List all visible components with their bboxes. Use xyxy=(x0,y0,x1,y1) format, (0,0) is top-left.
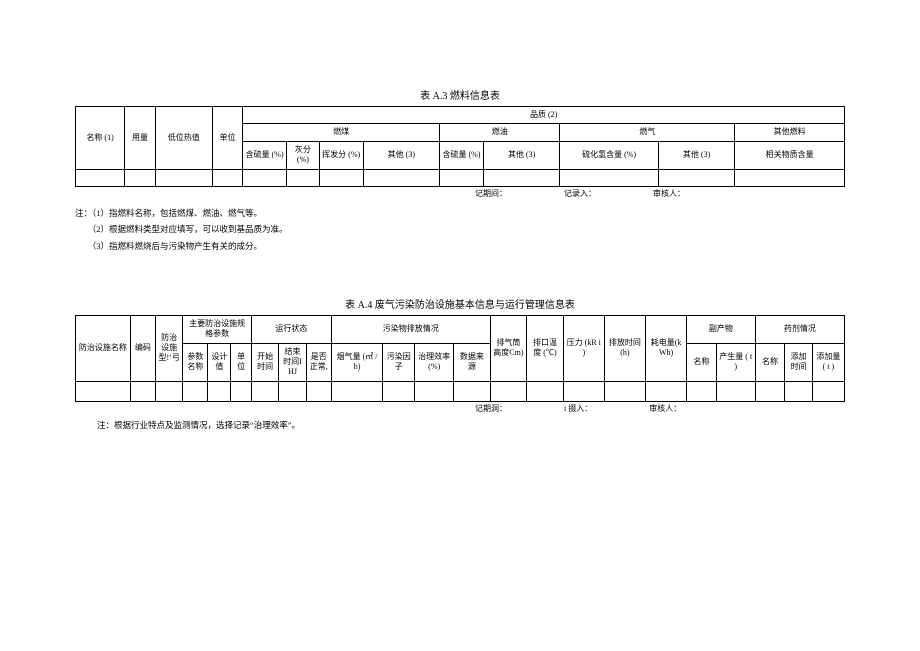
hdr-poll-factor: 污染因子 xyxy=(383,343,415,381)
hdr-lowheat: 低位热值 xyxy=(155,107,212,170)
hdr-smoke-vol: 烟气量 (㎡ / h) xyxy=(331,343,382,381)
hdr-usage: 用量 xyxy=(125,107,156,170)
hdr-gas: 燃气 xyxy=(560,124,735,141)
hdr-bp-amount: 产生量 ( t ) xyxy=(716,343,755,381)
table-a4-footer: 记期洞： i 掇入： 审核人： xyxy=(75,404,845,414)
hdr-emit-time: 排放时间(h) xyxy=(604,315,645,381)
table-a4: 防治设施名称 编码 防治设施型!‘弓 主要防治设施规格参数 运行状态 污染物排放… xyxy=(75,315,845,402)
hdr-oil: 燃油 xyxy=(440,124,560,141)
hdr-end-time: 结束时间IHJ xyxy=(279,343,306,381)
hdr-add-amount: 添加量 ( t ) xyxy=(812,343,844,381)
hdr-byproduct: 副产物 xyxy=(687,315,756,343)
footer-recorder: 记录入： xyxy=(564,189,596,199)
note-3: （3）指燃料燃烧后与污染物产生有关的成分。 xyxy=(92,241,262,251)
footer-period: 记期间： xyxy=(475,189,507,199)
footer-reviewer2: 审核人： xyxy=(649,404,681,414)
hdr-pollutant-emission: 污染物排放情况 xyxy=(331,315,490,343)
table-a3-title: 表 A.3 燃料信息表 xyxy=(75,90,845,103)
hdr-main-params: 主要防治设施规格参数 xyxy=(183,315,252,343)
table-a3-footer: 记期间： 记录入： 审核人： xyxy=(75,189,845,199)
hdr-design-val: 设计值 xyxy=(208,343,231,381)
hdr-bp-name: 名称 xyxy=(687,343,717,381)
hdr-is-normal: 是否正常, xyxy=(306,343,331,381)
table-a3: 名称 (1) 用量 低位热值 单位 品质 (2) 燃煤 燃油 燃气 其他燃料 含… xyxy=(75,106,845,187)
note-2: （2）根据燃料类型对应填写，可以收到基品质为准。 xyxy=(92,224,288,234)
hdr-add-time: 添加时间 xyxy=(785,343,812,381)
hdr-power: 耗电量(kWh) xyxy=(645,315,686,381)
note-1: （1）指燃料名称，包括燃煤、燃油、燃气等。 xyxy=(92,208,262,218)
hdr-gasother: 其他 (3) xyxy=(658,141,735,169)
hdr-coal: 燃煤 xyxy=(243,124,440,141)
hdr-start-time: 开始时间 xyxy=(251,343,278,381)
hdr-data-source: 数据来源 xyxy=(454,343,491,381)
hdr-facility-name: 防治设施名称 xyxy=(76,315,131,381)
hdr-code: 编码 xyxy=(130,315,155,381)
hdr-volatile: 挥发分 (%) xyxy=(319,141,363,169)
hdr-unit2: 单位 xyxy=(231,343,252,381)
hdr-facility-type: 防治设施型!‘弓 xyxy=(155,315,182,381)
hdr-otherfuel: 其他燃料 xyxy=(735,124,845,141)
hdr-treat-eff: 治理效率(%) xyxy=(415,343,454,381)
hdr-reagent: 药剂情况 xyxy=(755,315,844,343)
hdr-other3a: 其他 (3) xyxy=(363,141,440,169)
hdr-param-name: 参数名称 xyxy=(183,343,208,381)
table-a3-notes: 注：（1）指燃料名称，包括燃煤、燃油、燃气等。 注：（2）根据燃料类型对应填写，… xyxy=(75,205,845,253)
hdr-quality: 品质 (2) xyxy=(243,107,845,124)
hdr-h2s: 硫化氢含量 (%) xyxy=(560,141,658,169)
hdr-ash: 灰分 (%) xyxy=(287,141,320,169)
footer-recorder2: i 掇入： xyxy=(564,404,592,414)
notes-prefix: 注： xyxy=(75,208,92,218)
table-row xyxy=(76,169,845,186)
hdr-name: 名称 (1) xyxy=(76,107,125,170)
hdr-pressure: 压力 (kR i ) xyxy=(563,315,604,381)
hdr-run-status: 运行状态 xyxy=(251,315,331,343)
hdr-stack-height: 排气筒高度Cm) xyxy=(490,315,527,381)
hdr-related: 相关物质含量 xyxy=(735,141,845,169)
table-a4-title: 表 A.4 废气污染防治设施基本信息与运行管理信息表 xyxy=(75,299,845,312)
table-row xyxy=(76,381,845,401)
hdr-outlet-temp: 排口温度 (℃) xyxy=(527,315,564,381)
hdr-re-name: 名称 xyxy=(755,343,785,381)
footer-period2: 记期洞： xyxy=(475,404,507,414)
table-a4-note: 注：根据行业特点及监测情况，选择记录“治理效率”。 xyxy=(75,420,845,431)
footer-reviewer: 审核人： xyxy=(653,189,685,199)
hdr-sulfur: 含硫量 (%) xyxy=(243,141,287,169)
hdr-oilother: 其他 (3) xyxy=(483,141,560,169)
hdr-unit: 单位 xyxy=(212,107,243,170)
hdr-oilsulfur: 含硫量 (%) xyxy=(440,141,484,169)
